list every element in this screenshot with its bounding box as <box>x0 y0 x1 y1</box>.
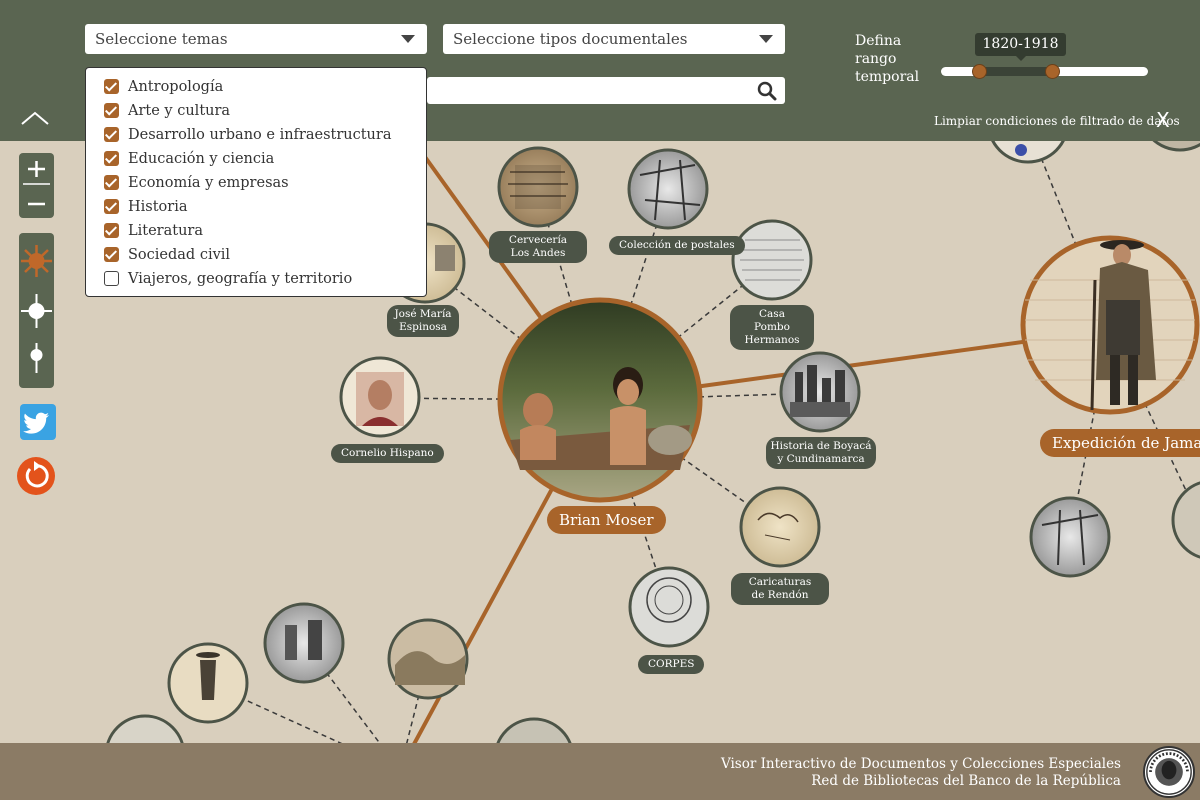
range-label: Defina rango temporal <box>855 32 919 86</box>
search-input[interactable] <box>427 77 785 104</box>
checkbox-checked[interactable] <box>104 103 119 118</box>
theme-option-historia[interactable]: Historia <box>86 196 426 220</box>
thumb-casa-pombo[interactable] <box>731 219 813 301</box>
theme-option-label: Economía y empresas <box>128 175 289 191</box>
theme-option-label: Educación y ciencia <box>128 151 275 167</box>
node-label-jose-maria[interactable]: José María Espinosa <box>387 305 459 337</box>
reset-button[interactable] <box>17 457 55 495</box>
checkbox-checked[interactable] <box>104 127 119 142</box>
doc-types-dropdown-label: Seleccione tipos documentales <box>453 30 688 48</box>
thumb-cornelio[interactable] <box>339 356 421 438</box>
thumb-right-bottom[interactable] <box>1029 496 1111 578</box>
range-label-line: temporal <box>855 69 920 85</box>
footer-subtitle: Red de Bibliotecas del Banco de la Repúb… <box>811 773 1121 789</box>
range-label-line: Defina <box>855 33 902 49</box>
theme-option-educacion[interactable]: Educación y ciencia <box>86 148 426 172</box>
thumb-postales[interactable] <box>627 148 709 230</box>
bank-logo[interactable] <box>1143 746 1195 798</box>
theme-option-label: Arte y cultura <box>128 103 231 119</box>
footer: Visor Interactivo de Documentos y Colecc… <box>0 743 1200 800</box>
checkbox-checked[interactable] <box>104 151 119 166</box>
node-label-cornelio[interactable]: Cornelio Hispano <box>331 444 444 463</box>
search-icon[interactable] <box>757 81 777 101</box>
theme-option-arte[interactable]: Arte y cultura <box>86 100 426 124</box>
range-value-tooltip: 1820-1918 <box>975 33 1066 61</box>
theme-option-literatura[interactable]: Literatura <box>86 220 426 244</box>
theme-option-label: Historia <box>128 199 188 215</box>
main-node-expedicion-photo[interactable] <box>1020 235 1200 415</box>
node-label-cerveceria[interactable]: Cervecería Los Andes <box>489 231 587 263</box>
doc-types-dropdown[interactable]: Seleccione tipos documentales <box>443 24 785 54</box>
checkbox-checked[interactable] <box>104 79 119 94</box>
theme-option-label: Viajeros, geografía y territorio <box>128 271 353 287</box>
thumb-landscape[interactable] <box>387 618 469 700</box>
close-icon[interactable]: X <box>1156 108 1170 132</box>
dot-slider-icon[interactable] <box>19 337 54 377</box>
footer-title: Visor Interactivo de Documentos y Colecc… <box>720 756 1121 772</box>
range-slider-end-handle[interactable] <box>1045 64 1060 79</box>
theme-option-label: Desarrollo urbano e infraestructura <box>128 127 392 143</box>
clear-filters-link[interactable]: Limpiar condiciones de filtrado de datos <box>934 114 1180 128</box>
themes-dropdown-panel: Antropología Arte y cultura Desarrollo u… <box>85 67 427 297</box>
node-label-caricaturas[interactable]: Caricaturas de Rendón <box>731 573 829 605</box>
thumb-caricaturas[interactable] <box>739 486 821 568</box>
thumb-right-edge[interactable] <box>1171 481 1200 559</box>
thumb-boyaca[interactable] <box>779 351 861 433</box>
theme-option-economia[interactable]: Economía y empresas <box>86 172 426 196</box>
zoom-in-icon[interactable] <box>19 153 54 185</box>
view-controls <box>19 233 54 388</box>
checkbox-checked[interactable] <box>104 247 119 262</box>
main-node-brian-moser-photo[interactable] <box>497 297 703 503</box>
range-label-line: rango <box>855 51 897 67</box>
zoom-out-icon[interactable] <box>19 186 54 218</box>
twitter-share-button[interactable] <box>20 404 56 440</box>
checkbox-unchecked[interactable] <box>104 271 119 286</box>
caret-down-icon <box>759 35 773 43</box>
main-node-label-expedicion[interactable]: Expedición de Jamaica <box>1040 429 1200 457</box>
theme-option-label: Sociedad civil <box>128 247 231 263</box>
reset-icon <box>25 461 49 488</box>
node-label-postales[interactable]: Colección de postales <box>609 236 745 255</box>
thumb-people[interactable] <box>263 602 345 684</box>
theme-option-sociedad[interactable]: Sociedad civil <box>86 244 426 268</box>
thumb-soldier-small[interactable] <box>167 642 249 724</box>
theme-option-label: Antropología <box>128 79 224 95</box>
checkbox-checked[interactable] <box>104 223 119 238</box>
node-label-corpes[interactable]: CORPES <box>638 655 705 674</box>
themes-dropdown[interactable]: Seleccione temas <box>85 24 427 54</box>
main-node-label-brian-moser[interactable]: Brian Moser <box>547 506 666 534</box>
caret-down-icon <box>401 35 415 43</box>
theme-option-antropologia[interactable]: Antropología <box>86 76 426 100</box>
sun-icon[interactable] <box>19 241 54 281</box>
checkbox-checked[interactable] <box>104 199 119 214</box>
thumb-cerveceria[interactable] <box>497 146 579 228</box>
thumb-corpes[interactable] <box>628 566 710 648</box>
node-label-boyaca[interactable]: Historia de Boyacá y Cundinamarca <box>766 437 876 469</box>
range-slider-start-handle[interactable] <box>972 64 987 79</box>
checkbox-checked[interactable] <box>104 175 119 190</box>
node-label-casa-pombo[interactable]: Casa Pombo Hermanos <box>730 305 814 350</box>
themes-dropdown-label: Seleccione temas <box>95 30 228 48</box>
theme-option-label: Literatura <box>128 223 203 239</box>
theme-option-viajeros[interactable]: Viajeros, geografía y territorio <box>86 268 426 292</box>
chevron-up-icon[interactable] <box>20 108 50 128</box>
target-icon[interactable] <box>19 291 54 331</box>
range-slider-fill <box>979 67 1053 76</box>
twitter-icon <box>23 412 49 434</box>
theme-option-desarrollo[interactable]: Desarrollo urbano e infraestructura <box>86 124 426 148</box>
zoom-controls <box>19 153 54 218</box>
